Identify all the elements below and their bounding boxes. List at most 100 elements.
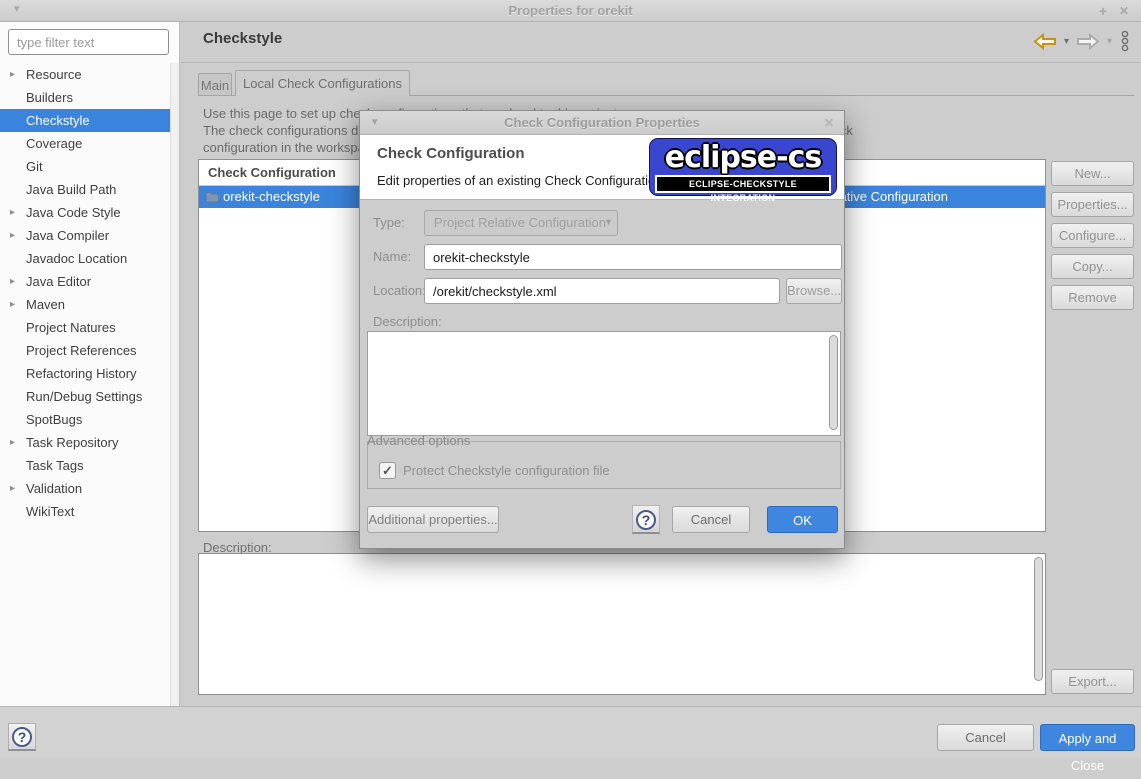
sidebar-item-task-tags[interactable]: Task Tags xyxy=(0,454,170,477)
help-button[interactable]: ? xyxy=(8,723,36,751)
sidebar-item-maven[interactable]: ▸Maven xyxy=(0,293,170,316)
sidebar-item-label: Project Natures xyxy=(26,320,116,335)
expander-icon[interactable]: ▸ xyxy=(10,293,15,316)
close-icon[interactable]: ✕ xyxy=(1119,4,1129,18)
advanced-options-legend: Advanced options xyxy=(367,433,470,448)
sidebar-item-project-references[interactable]: Project References xyxy=(0,339,170,362)
apply-and-close-button[interactable]: Apply and Close xyxy=(1040,724,1135,751)
copy-button[interactable]: Copy... xyxy=(1051,254,1134,279)
type-select[interactable]: Project Relative Configuration ▾ xyxy=(424,210,618,236)
sidebar-item-java-editor[interactable]: ▸ Java Editor xyxy=(0,270,170,293)
forward-history-dropdown-icon[interactable]: ▾ xyxy=(1107,36,1112,47)
tab-local-check-configurations[interactable]: Local Check Configurations xyxy=(235,70,410,96)
dialog-heading: Check Configuration xyxy=(377,145,525,162)
sidebar-item-java-build-path[interactable]: Java Build Path xyxy=(0,178,170,201)
page-title: Checkstyle xyxy=(203,30,282,47)
tab-main[interactable]: Main xyxy=(198,73,232,96)
expander-icon[interactable]: ▸ xyxy=(10,224,15,247)
dialog-description-scrollbar[interactable] xyxy=(829,335,838,430)
dialog-title: Check Configuration Properties xyxy=(360,115,844,130)
sidebar-item-task-repository[interactable]: ▸ Task Repository xyxy=(0,431,170,454)
sidebar-item-spotbugs[interactable]: SpotBugs xyxy=(0,408,170,431)
sidebar-item-label: Java Editor xyxy=(26,274,91,289)
dialog-close-icon[interactable]: ✕ xyxy=(824,116,834,130)
new-button[interactable]: New... xyxy=(1051,161,1134,186)
help-icon: ? xyxy=(12,727,32,747)
properties-button[interactable]: Properties... xyxy=(1051,192,1134,217)
sidebar-item-label: Project References xyxy=(26,343,137,358)
protect-config-checkbox[interactable]: ✓ xyxy=(379,462,396,479)
nav-toolbar: ▾ ▾ xyxy=(1033,30,1131,52)
export-button[interactable]: Export... xyxy=(1051,669,1134,694)
back-icon[interactable] xyxy=(1033,33,1057,50)
dialog-help-icon: ? xyxy=(636,510,656,530)
dialog-help-button[interactable]: ? xyxy=(632,505,660,534)
maximize-icon[interactable]: + xyxy=(1099,3,1107,19)
description-scrollbar[interactable] xyxy=(1034,557,1043,681)
logo-text: eclipse-cs xyxy=(650,140,836,175)
expander-icon[interactable]: ▸ xyxy=(10,477,15,500)
type-select-value: Project Relative Configuration xyxy=(434,215,606,230)
dialog-description-textarea[interactable] xyxy=(367,331,841,436)
sidebar-item-validation[interactable]: ▸ Validation xyxy=(0,477,170,500)
sidebar-item-coverage[interactable]: Coverage xyxy=(0,132,170,155)
header-separator xyxy=(181,62,1141,63)
sidebar-item-resource[interactable]: ▸ Resource xyxy=(0,63,170,86)
protect-config-label: Protect Checkstyle configuration file xyxy=(403,463,610,478)
sidebar-item-checkstyle[interactable]: Checkstyle xyxy=(0,109,170,132)
sidebar-item-label: Git xyxy=(26,159,43,174)
sidebar-scrollbar[interactable] xyxy=(170,63,179,706)
name-label: Name: xyxy=(373,244,411,270)
sidebar-item-label: Task Repository xyxy=(26,435,118,450)
expander-icon[interactable]: ▸ xyxy=(10,201,15,224)
sidebar-item-label: Java Compiler xyxy=(26,228,109,243)
sidebar-item-project-natures[interactable]: Project Natures xyxy=(0,316,170,339)
type-label: Type: xyxy=(373,210,405,236)
filter-input[interactable] xyxy=(8,29,169,55)
forward-icon[interactable] xyxy=(1076,33,1100,50)
description-textarea[interactable] xyxy=(198,553,1046,695)
sidebar-item-label: Task Tags xyxy=(26,458,84,473)
dialog-cancel-button[interactable]: Cancel xyxy=(672,506,750,533)
sidebar-item-label: Resource xyxy=(26,67,82,82)
sidebar-item-java-compiler[interactable]: ▸ Java Compiler xyxy=(0,224,170,247)
page-description-line3: configuration in the workspace. xyxy=(203,140,382,155)
eclipse-cs-logo: eclipse-cs ECLIPSE-CHECKSTYLE INTEGRATIO… xyxy=(649,138,837,196)
sidebar-item-label: WikiText xyxy=(26,504,74,519)
dialog-ok-button[interactable]: OK xyxy=(767,506,838,533)
sidebar-item-label: SpotBugs xyxy=(26,412,82,427)
footer-bar: ? Cancel Apply and Close xyxy=(0,706,1141,758)
name-field[interactable] xyxy=(424,244,842,270)
sidebar-item-java-code-style[interactable]: ▸ Java Code Style xyxy=(0,201,170,224)
dialog-subheading: Edit properties of an existing Check Con… xyxy=(377,173,662,188)
expander-icon[interactable]: ▸ xyxy=(10,431,15,454)
sidebar-item-javadoc-location[interactable]: Javadoc Location xyxy=(0,247,170,270)
sidebar-item-label: Validation xyxy=(26,481,82,496)
sidebar-item-label: Javadoc Location xyxy=(26,251,127,266)
location-field[interactable] xyxy=(424,278,780,304)
sidebar-item-git[interactable]: Git xyxy=(0,155,170,178)
back-history-dropdown-icon[interactable]: ▾ xyxy=(1064,36,1069,47)
config-name-cell: orekit-checkstyle xyxy=(223,186,320,208)
sidebar-item-wikitext[interactable]: WikiText xyxy=(0,500,170,523)
window-titlebar: ▾ Properties for orekit + ✕ xyxy=(0,0,1141,22)
sidebar-item-refactoring-history[interactable]: Refactoring History xyxy=(0,362,170,385)
configure-button[interactable]: Configure... xyxy=(1051,223,1134,248)
sidebar-item-label: Checkstyle xyxy=(26,113,90,128)
remove-button[interactable]: Remove xyxy=(1051,285,1134,310)
expander-icon[interactable]: ▸ xyxy=(10,270,15,293)
view-menu-icon[interactable] xyxy=(1119,30,1131,52)
browse-button[interactable]: Browse... xyxy=(786,278,842,304)
cancel-button[interactable]: Cancel xyxy=(937,724,1034,751)
location-label: Location: xyxy=(373,278,426,304)
preferences-tree: ▸ Resource Builders Checkstyle Coverage G… xyxy=(0,63,170,523)
sidebar-item-run-debug-settings[interactable]: Run/Debug Settings xyxy=(0,385,170,408)
dialog-header: Check Configuration Edit properties of a… xyxy=(360,135,844,200)
additional-properties-button[interactable]: Additional properties... xyxy=(367,506,499,533)
dialog-titlebar: ▾ Check Configuration Properties ✕ xyxy=(360,111,844,135)
window-title: Properties for orekit xyxy=(0,3,1141,18)
sidebar-item-builders[interactable]: Builders xyxy=(0,86,170,109)
sidebar-item-label: Java Code Style xyxy=(26,205,121,220)
logo-banner: ECLIPSE-CHECKSTYLE INTEGRATION xyxy=(655,175,831,193)
expander-icon[interactable]: ▸ xyxy=(10,63,15,86)
